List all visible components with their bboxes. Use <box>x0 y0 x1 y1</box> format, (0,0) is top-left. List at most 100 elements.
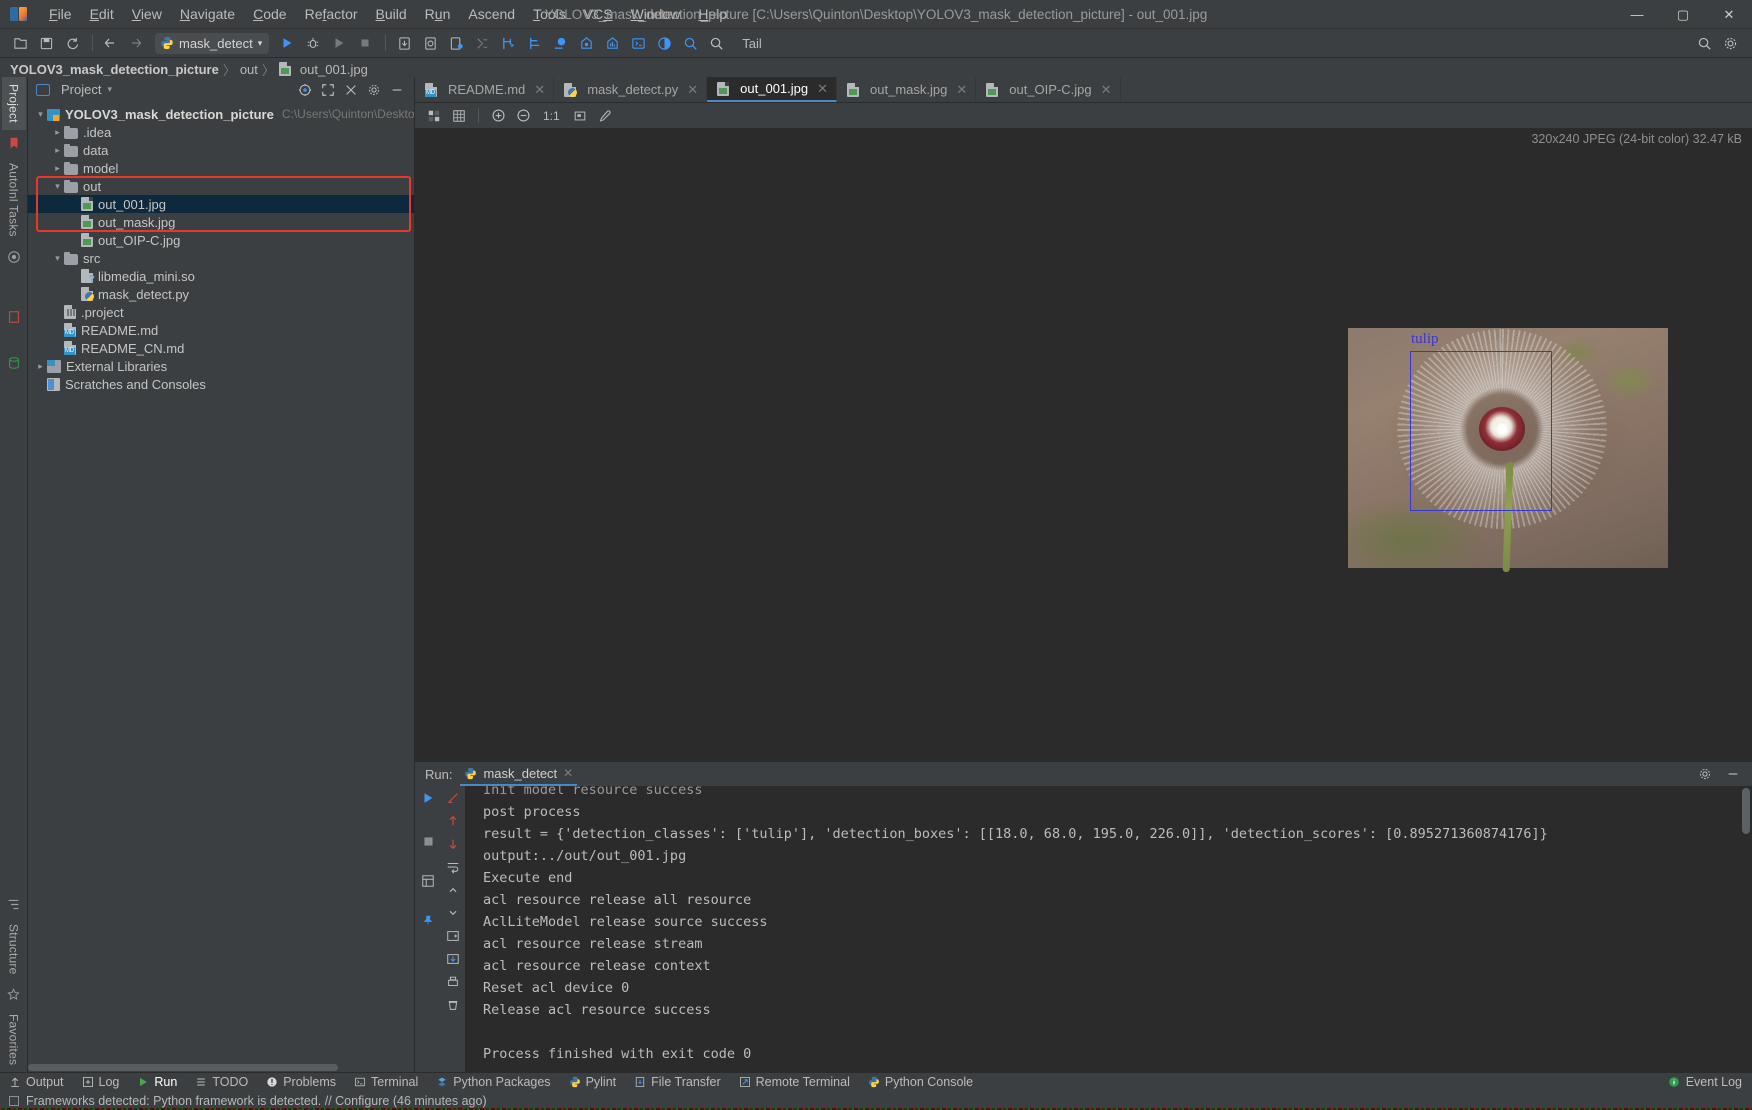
menu-code[interactable]: Code <box>244 2 295 26</box>
zoom-ratio-label[interactable]: 1:1 <box>537 109 566 123</box>
breadcrumb-folder[interactable]: out <box>240 62 258 77</box>
search-everywhere-right-icon[interactable] <box>1692 32 1716 54</box>
run-with-coverage-icon[interactable] <box>327 32 351 54</box>
ascend-icon[interactable] <box>574 32 598 54</box>
print-icon[interactable] <box>446 975 460 989</box>
scroll-to-end-icon[interactable] <box>446 952 460 966</box>
scroll-from-source-icon[interactable] <box>298 83 312 97</box>
scroll-end-icon[interactable] <box>446 929 460 943</box>
down-stack-icon[interactable] <box>446 837 460 851</box>
tree-row[interactable]: out_mask.jpg <box>28 213 414 231</box>
soft-wrap-icon[interactable] <box>446 860 460 874</box>
chevron-right-icon[interactable]: ▸ <box>34 361 47 372</box>
tool-window-button-remote-terminal[interactable]: Remote Terminal <box>730 1073 859 1092</box>
editor-tab[interactable]: out_mask.jpg ✕ <box>837 77 977 102</box>
menu-tools[interactable]: Tools <box>524 2 575 26</box>
run-configuration-selector[interactable]: mask_detect ▾ <box>155 32 270 54</box>
close-icon[interactable]: ✕ <box>534 82 545 98</box>
gear-icon[interactable] <box>1698 767 1712 781</box>
tree-row[interactable]: ▾ YOLOV3_mask_detection_picture C:\Users\Q… <box>28 105 414 123</box>
stop-icon[interactable] <box>422 835 435 848</box>
run-icon[interactable] <box>275 32 299 54</box>
project-horizontal-scrollbar[interactable] <box>28 1063 414 1072</box>
branch-icon[interactable] <box>496 32 520 54</box>
tree-row[interactable]: libmedia_mini.so <box>28 267 414 285</box>
save-all-icon[interactable] <box>34 32 58 54</box>
menu-window[interactable]: Window <box>622 2 690 26</box>
sidebar-item-project[interactable]: Project <box>1 77 26 130</box>
debug-icon[interactable] <box>301 32 325 54</box>
project-panel-title[interactable]: Project <box>61 82 101 97</box>
tree-row[interactable]: ▸ data <box>28 141 414 159</box>
prev-occurrence-icon[interactable] <box>446 883 460 897</box>
menu-vcs[interactable]: VCS <box>575 2 622 26</box>
tool-window-button-python-packages[interactable]: Python Packages <box>427 1073 559 1092</box>
tool-window-button-terminal[interactable]: Terminal <box>345 1073 427 1092</box>
chevron-right-icon[interactable]: ▸ <box>51 163 64 174</box>
sidebar-item-autoinl-tasks[interactable]: AutoInl Tasks <box>2 156 26 244</box>
tree-row[interactable]: .project <box>28 303 414 321</box>
search-icon-2[interactable] <box>704 32 728 54</box>
status-message[interactable]: Frameworks detected: Python framework is… <box>26 1094 487 1108</box>
favorites-star-icon[interactable] <box>7 987 20 1001</box>
breadcrumb-project[interactable]: YOLOV3_mask_detection_picture <box>10 62 219 77</box>
update-project-icon[interactable] <box>392 32 416 54</box>
forward-icon[interactable] <box>125 32 149 54</box>
menu-build[interactable]: Build <box>367 2 416 26</box>
up-stack-icon[interactable] <box>446 814 460 828</box>
tree-row[interactable]: ▸ .idea <box>28 123 414 141</box>
color-picker-icon[interactable] <box>594 106 616 126</box>
back-icon[interactable] <box>99 32 123 54</box>
editor-tab[interactable]: out_001.jpg ✕ <box>707 77 838 102</box>
minimize-button[interactable]: — <box>1614 0 1660 29</box>
tree-row[interactable]: ▾ out <box>28 177 414 195</box>
console-output[interactable]: Init model resource success post process r… <box>465 786 1740 1072</box>
search-everywhere-icon[interactable] <box>678 32 702 54</box>
tool-window-button-run[interactable]: Run <box>128 1073 186 1092</box>
tool-window-button-pylint[interactable]: Pylint <box>560 1073 626 1092</box>
hide-panel-icon[interactable] <box>390 83 404 97</box>
push-icon[interactable] <box>444 32 468 54</box>
editor-tab[interactable]: README.md ✕ <box>415 77 555 102</box>
grid-icon[interactable] <box>448 106 470 126</box>
collapse-all-icon[interactable] <box>344 83 358 97</box>
zoom-in-icon[interactable] <box>487 106 509 126</box>
tool-window-button-todo[interactable]: TODO <box>186 1073 257 1092</box>
tree-row[interactable]: README.md <box>28 321 414 339</box>
close-icon[interactable]: ✕ <box>817 81 828 97</box>
tree-row[interactable]: ▸ External Libraries <box>28 357 414 375</box>
close-icon[interactable]: ✕ <box>563 766 573 780</box>
gear-icon[interactable] <box>367 83 381 97</box>
sidebar-item-favorites[interactable]: Favorites <box>2 1007 26 1072</box>
tree-row[interactable]: mask_detect.py <box>28 285 414 303</box>
menu-view[interactable]: View <box>123 2 171 26</box>
commit-icon[interactable] <box>418 32 442 54</box>
run-tab-mask-detect[interactable]: mask_detect ✕ <box>460 763 578 786</box>
chevron-down-icon[interactable]: ▾ <box>34 109 47 120</box>
branch-2-icon[interactable] <box>522 32 546 54</box>
stop-icon[interactable] <box>353 32 377 54</box>
commit-stripe-icon[interactable] <box>7 310 21 324</box>
sync-icon[interactable] <box>60 32 84 54</box>
ide-assistant-icon[interactable] <box>652 32 676 54</box>
tool-window-button-python-console[interactable]: Python Console <box>859 1073 982 1092</box>
clear-all-icon[interactable] <box>446 998 460 1012</box>
maximize-button[interactable]: ▢ <box>1660 0 1706 29</box>
rerun-icon[interactable] <box>421 791 435 805</box>
close-icon[interactable]: ✕ <box>687 82 698 98</box>
breadcrumb-file[interactable]: out_001.jpg <box>300 62 368 77</box>
editor-tab[interactable]: out_OIP-C.jpg ✕ <box>976 77 1121 102</box>
database-icon[interactable] <box>7 356 21 370</box>
chevron-down-icon[interactable]: ▾ <box>258 38 263 49</box>
compare-icon[interactable] <box>470 32 494 54</box>
tree-row[interactable]: Scratches and Consoles <box>28 375 414 393</box>
menu-refactor[interactable]: Refactor <box>296 2 367 26</box>
event-log-label[interactable]: Event Log <box>1686 1075 1742 1089</box>
menu-navigate[interactable]: Navigate <box>171 2 244 26</box>
gear-icon[interactable] <box>1718 32 1742 54</box>
fit-content-icon[interactable] <box>569 106 591 126</box>
tree-row[interactable]: out_OIP-C.jpg <box>28 231 414 249</box>
editor-tab[interactable]: mask_detect.py ✕ <box>554 77 708 102</box>
deploy-icon[interactable] <box>548 32 572 54</box>
tool-window-button-file-transfer[interactable]: File Transfer <box>625 1073 729 1092</box>
